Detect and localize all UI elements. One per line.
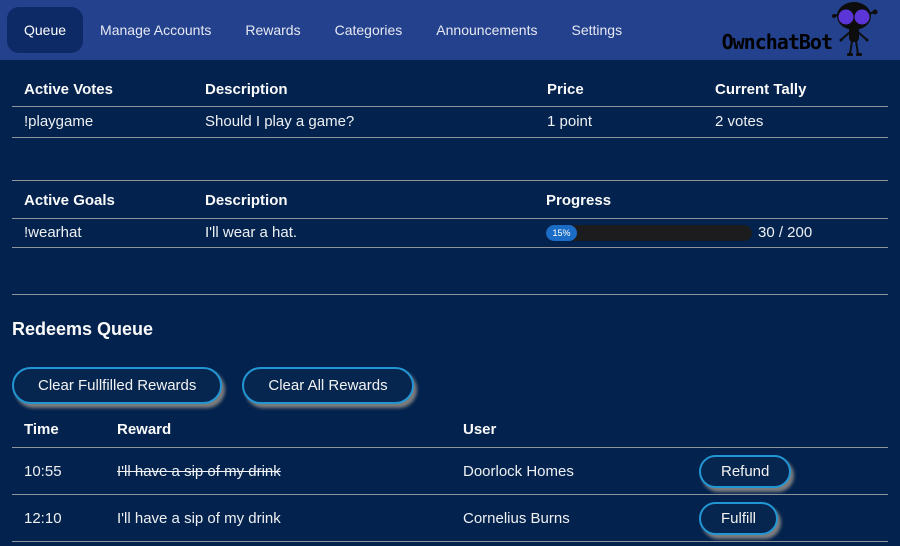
vote-description: Should I play a game? bbox=[193, 107, 535, 138]
votes-header-row: Active Votes Description Price Current T… bbox=[12, 76, 888, 107]
redeems-header-user: User bbox=[451, 418, 687, 448]
tab-categories[interactable]: Categories bbox=[318, 7, 420, 53]
goals-header-description: Description bbox=[193, 181, 534, 219]
goal-progress-cell: 15% 30 / 200 bbox=[534, 219, 888, 248]
redeem-user: Cornelius Burns bbox=[451, 495, 687, 542]
redeems-header-row: Time Reward User bbox=[12, 418, 888, 448]
refund-button[interactable]: Refund bbox=[699, 455, 791, 488]
vote-tally: 2 votes bbox=[703, 107, 888, 138]
tab-announcements[interactable]: Announcements bbox=[419, 7, 554, 53]
votes-header-command: Active Votes bbox=[12, 76, 193, 107]
tab-settings[interactable]: Settings bbox=[554, 7, 639, 53]
goal-description: I'll wear a hat. bbox=[193, 219, 534, 248]
vote-price: 1 point bbox=[535, 107, 703, 138]
goals-header-command: Active Goals bbox=[12, 181, 193, 219]
table-row: 10:55 I'll have a sip of my drink Doorlo… bbox=[12, 448, 888, 495]
redeem-action-cell: Fulfill bbox=[687, 495, 888, 542]
redeem-time: 12:10 bbox=[12, 495, 105, 542]
redeem-reward-text: I'll have a sip of my drink bbox=[117, 510, 281, 527]
votes-header-price: Price bbox=[535, 76, 703, 107]
vote-command: !playgame bbox=[12, 107, 193, 138]
votes-header-tally: Current Tally bbox=[703, 76, 888, 107]
progress-count: 30 / 200 bbox=[758, 224, 812, 241]
active-goals-table: Active Goals Description Progress !wearh… bbox=[12, 180, 888, 248]
active-votes-table: Active Votes Description Price Current T… bbox=[12, 76, 888, 138]
progress-percent-label: 15% bbox=[552, 228, 570, 238]
votes-header-description: Description bbox=[193, 76, 535, 107]
page-title: Redeems Queue bbox=[12, 319, 888, 340]
goals-header-row: Active Goals Description Progress bbox=[12, 181, 888, 219]
logo: OwnchatBot bbox=[722, 1, 880, 59]
redeem-action-cell: Refund bbox=[687, 448, 888, 495]
fulfill-button[interactable]: Fulfill bbox=[699, 502, 778, 535]
progress-fill: 15% bbox=[546, 225, 577, 241]
redeem-reward-text: I'll have a sip of my drink bbox=[117, 463, 281, 480]
tab-queue[interactable]: Queue bbox=[7, 7, 83, 53]
clear-all-button[interactable]: Clear All Rewards bbox=[242, 367, 413, 404]
goal-command: !wearhat bbox=[12, 219, 193, 248]
table-row: 12:10 I'll have a sip of my drink Cornel… bbox=[12, 495, 888, 542]
main-content: Active Votes Description Price Current T… bbox=[0, 76, 900, 542]
tab-manage-accounts[interactable]: Manage Accounts bbox=[83, 7, 228, 53]
section-divider bbox=[12, 294, 888, 295]
redeems-header-actions bbox=[687, 418, 888, 448]
redeems-actions: Clear Fullfilled Rewards Clear All Rewar… bbox=[12, 367, 888, 404]
redeem-reward: I'll have a sip of my drink bbox=[105, 448, 451, 495]
logo-text: OwnchatBot bbox=[722, 30, 832, 59]
progress-track: 15% bbox=[546, 225, 752, 241]
redeem-reward: I'll have a sip of my drink bbox=[105, 495, 451, 542]
redeems-table: Time Reward User 10:55 I'll have a sip o… bbox=[12, 418, 888, 542]
redeems-header-time: Time bbox=[12, 418, 105, 448]
goals-header-progress: Progress bbox=[534, 181, 888, 219]
redeem-user: Doorlock Homes bbox=[451, 448, 687, 495]
redeems-header-reward: Reward bbox=[105, 418, 451, 448]
progress-bar: 15% 30 / 200 bbox=[546, 224, 888, 241]
top-nav: Queue Manage Accounts Rewards Categories… bbox=[0, 0, 900, 60]
robot-icon bbox=[828, 1, 880, 59]
tab-rewards[interactable]: Rewards bbox=[228, 7, 317, 53]
redeem-time: 10:55 bbox=[12, 448, 105, 495]
table-row: !playgame Should I play a game? 1 point … bbox=[12, 107, 888, 138]
table-row: !wearhat I'll wear a hat. 15% 30 / 200 bbox=[12, 219, 888, 248]
clear-fulfilled-button[interactable]: Clear Fullfilled Rewards bbox=[12, 367, 222, 404]
